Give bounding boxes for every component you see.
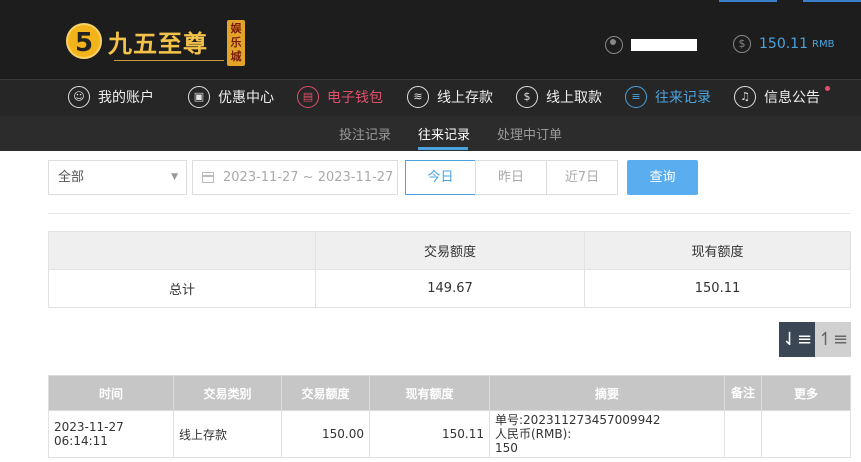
summary-value: 150 — [495, 441, 518, 455]
logo-mark: 5 — [66, 23, 102, 59]
quick-7days-button[interactable]: 近7日 — [546, 160, 618, 195]
col-balance: 现有额度 — [369, 375, 490, 411]
user-icon — [605, 36, 623, 54]
deposit-icon: ≋ — [407, 86, 429, 108]
summary-order-no: 单号:202311273457009942 — [495, 413, 661, 427]
date-range-input[interactable]: 2023-11-27 ~ 2023-11-27 — [192, 160, 398, 195]
nav-online-withdraw[interactable]: $ 线上取款 — [516, 86, 602, 108]
nav-label: 电子钱包 — [327, 90, 383, 106]
summary-table: 交易额度 现有额度 总计 149.67 150.11 — [48, 231, 851, 308]
cell-note — [724, 410, 762, 458]
main-nav: ☺ 我的账户 ▣ 优惠中心 ▤ 电子钱包 ≋ 线上存款 $ 线上取款 ≡ 往来记… — [0, 79, 861, 116]
type-select[interactable]: 全部 ▼ — [48, 160, 187, 195]
top-header: 5 九五至尊 娱乐城 $ 150.11 RMB — [0, 0, 861, 79]
quick-yesterday-button[interactable]: 昨日 — [475, 160, 547, 195]
cell-balance: 150.11 — [369, 410, 490, 458]
username-redacted — [631, 39, 697, 51]
summary-header-row: 交易额度 现有额度 — [48, 231, 851, 270]
nav-label: 线上存款 — [437, 90, 493, 106]
query-button[interactable]: 查询 — [627, 160, 698, 195]
record-icon: ≡ — [625, 86, 647, 108]
col-note: 备注 — [724, 375, 762, 411]
nav-announcements[interactable]: ♫ 信息公告 — [734, 86, 830, 108]
sort-desc-icon[interactable]: ⇃≡ — [779, 322, 815, 357]
cell-summary: 单号:202311273457009942 人民币(RMB): 150 — [489, 410, 725, 458]
date-range-value: 2023-11-27 ~ 2023-11-27 — [223, 170, 394, 185]
records-header-row: 时间 交易类别 交易额度 现有额度 摘要 备注 更多 — [48, 375, 851, 411]
cell-time: 2023-11-27 06:14:11 — [48, 410, 174, 458]
quick-today-button[interactable]: 今日 — [405, 160, 476, 195]
summary-header-blank — [48, 231, 316, 270]
summary-total-row: 总计 149.67 150.11 — [48, 269, 851, 308]
summary-currency: 人民币(RMB): — [495, 427, 572, 441]
calendar-icon — [202, 172, 214, 183]
wallet-icon: ▤ — [297, 86, 319, 108]
logo-text: 九五至尊 — [108, 29, 208, 58]
top-accent-stripe — [691, 0, 861, 2]
active-tab-indicator — [418, 147, 468, 150]
summary-total-label: 总计 — [48, 269, 316, 308]
summary-header-amount: 交易额度 — [315, 231, 585, 270]
sub-nav: 投注记录 往来记录 处理中订单 — [0, 116, 861, 151]
nav-label: 往来记录 — [655, 90, 711, 106]
nav-label: 优惠中心 — [218, 90, 274, 106]
nav-promotions[interactable]: ▣ 优惠中心 — [188, 86, 274, 108]
tab-bet-records[interactable]: 投注记录 — [339, 124, 391, 143]
col-amount: 交易额度 — [281, 375, 370, 411]
user-info[interactable] — [605, 36, 697, 54]
type-select-value: 全部 — [58, 170, 85, 185]
nav-transaction-records[interactable]: ≡ 往来记录 — [625, 86, 711, 108]
tab-transaction-records[interactable]: 往来记录 — [418, 124, 470, 143]
logo-divider — [114, 60, 224, 61]
logo-subtitle: 娱乐城 — [227, 20, 245, 66]
cell-amount: 150.00 — [281, 410, 370, 458]
table-row: 2023-11-27 06:14:11 线上存款 150.00 150.11 单… — [48, 410, 851, 458]
balance-unit: RMB — [812, 38, 835, 50]
col-more: 更多 — [761, 375, 851, 411]
balance-amount: 150.11 — [759, 36, 808, 52]
records-table: 时间 交易类别 交易额度 现有额度 摘要 备注 更多 2023-11-27 06… — [48, 375, 851, 458]
gift-icon: ▣ — [188, 86, 210, 108]
nav-label: 我的账户 — [98, 90, 154, 106]
col-time: 时间 — [48, 375, 174, 411]
nav-online-deposit[interactable]: ≋ 线上存款 — [407, 86, 493, 108]
col-type: 交易类别 — [173, 375, 282, 411]
col-summary: 摘要 — [489, 375, 725, 411]
cell-type: 线上存款 — [173, 410, 282, 458]
withdraw-icon: $ — [516, 86, 538, 108]
caret-down-icon: ▼ — [171, 172, 178, 182]
balance-display: $ 150.11 RMB — [733, 35, 834, 53]
sort-controls: ⇃≡ ↿≡ — [779, 322, 851, 357]
notification-dot — [825, 86, 830, 91]
nav-label: 线上取款 — [546, 90, 602, 106]
tab-pending-orders[interactable]: 处理中订单 — [497, 124, 562, 143]
user-icon: ☺ — [68, 86, 90, 108]
nav-label: 信息公告 — [764, 90, 820, 106]
summary-total-amount: 149.67 — [315, 269, 585, 308]
nav-e-wallet[interactable]: ▤ 电子钱包 — [297, 86, 383, 108]
summary-header-balance: 现有额度 — [584, 231, 851, 270]
bell-icon: ♫ — [734, 86, 756, 108]
summary-total-balance: 150.11 — [584, 269, 851, 308]
dollar-icon: $ — [733, 35, 751, 53]
nav-my-account[interactable]: ☺ 我的账户 — [68, 86, 154, 108]
divider — [48, 213, 851, 214]
cell-more[interactable] — [761, 410, 851, 458]
quick-date-group: 今日 昨日 近7日 — [405, 160, 618, 195]
sort-asc-icon[interactable]: ↿≡ — [815, 322, 851, 357]
